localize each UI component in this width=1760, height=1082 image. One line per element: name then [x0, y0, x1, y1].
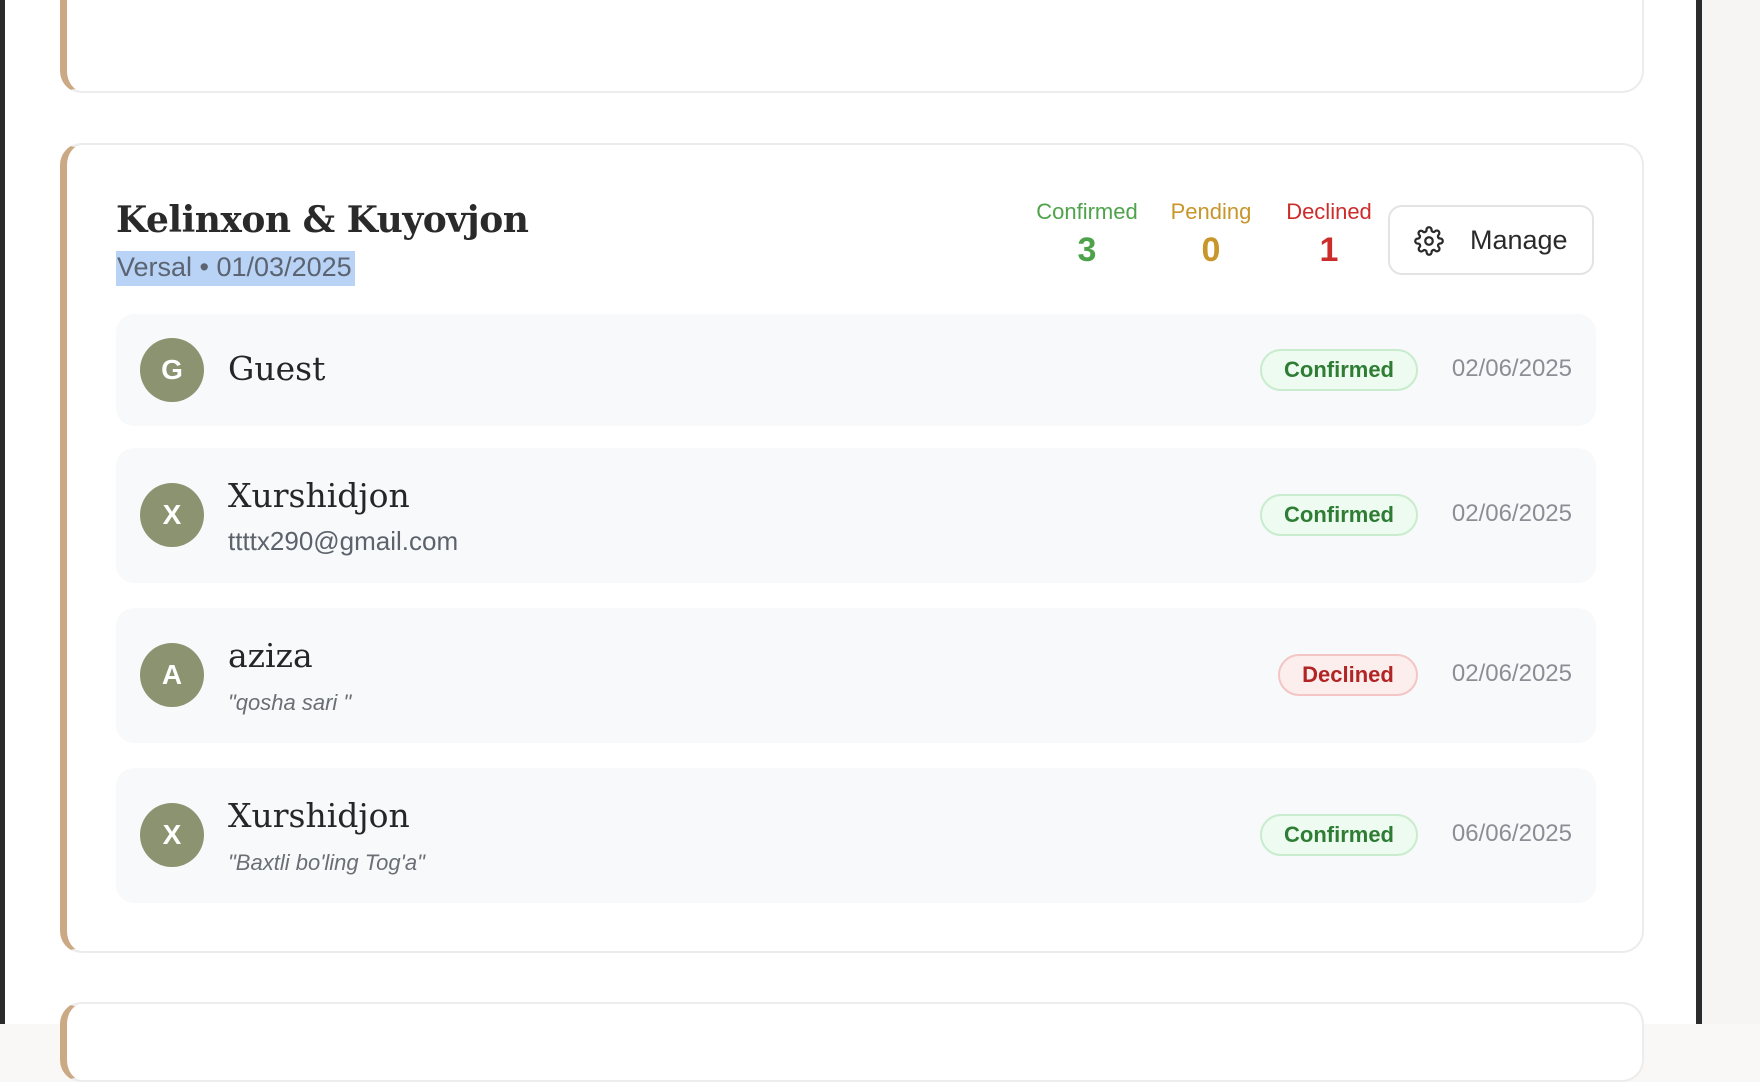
avatar: X [140, 483, 204, 547]
gear-icon [1414, 226, 1444, 256]
avatar: X [140, 803, 204, 867]
event-card-previous [60, 0, 1644, 93]
guest-row[interactable]: G Guest Confirmed 02/06/2025 [116, 314, 1596, 426]
event-card-next [60, 1002, 1644, 1082]
side-gutter [1702, 0, 1760, 1024]
guest-date: 02/06/2025 [1451, 500, 1572, 527]
guest-message: "qosha sari " [228, 690, 352, 715]
avatar: A [140, 643, 204, 707]
event-title: Kelinxon & Kuyovjon [116, 199, 529, 241]
guest-name: Xurshidjon [228, 476, 410, 515]
guest-name: Guest [228, 349, 326, 388]
stat-pending: Pending 0 [1157, 199, 1265, 270]
stat-pending-label: Pending [1170, 199, 1252, 224]
guest-row[interactable]: X Xurshidjon ttttx290@gmail.com Confirme… [116, 448, 1596, 583]
guest-date: 06/06/2025 [1451, 820, 1572, 847]
manage-button[interactable]: Manage [1388, 205, 1594, 275]
status-badge: Confirmed [1260, 349, 1418, 391]
guest-date: 02/06/2025 [1451, 355, 1572, 382]
guest-message: "Baxtli bo'ling Tog'a" [228, 850, 425, 875]
status-badge: Confirmed [1260, 494, 1418, 536]
guest-email: ttttx290@gmail.com [228, 526, 459, 556]
guest-row[interactable]: X Xurshidjon "Baxtli bo'ling Tog'a" Conf… [116, 768, 1596, 903]
status-badge: Confirmed [1260, 814, 1418, 856]
stat-confirmed: Confirmed 3 [1027, 199, 1147, 270]
guest-name: Xurshidjon [228, 796, 410, 835]
stat-pending-value: 0 [1201, 231, 1221, 269]
guest-row[interactable]: A aziza "qosha sari " Declined 02/06/202… [116, 608, 1596, 743]
status-badge: Declined [1278, 654, 1418, 696]
manage-button-label: Manage [1470, 225, 1568, 255]
stat-declined: Declined 1 [1270, 199, 1388, 270]
guest-date: 02/06/2025 [1451, 660, 1572, 687]
avatar: G [140, 338, 204, 402]
stat-declined-label: Declined [1286, 199, 1372, 224]
guest-name: aziza [228, 636, 313, 675]
stat-confirmed-label: Confirmed [1036, 199, 1138, 224]
event-card: Kelinxon & Kuyovjon Versal • 01/03/2025 … [60, 143, 1644, 953]
stat-declined-value: 1 [1319, 231, 1339, 269]
stat-confirmed-value: 3 [1077, 231, 1097, 269]
event-meta: Versal • 01/03/2025 [116, 251, 355, 286]
